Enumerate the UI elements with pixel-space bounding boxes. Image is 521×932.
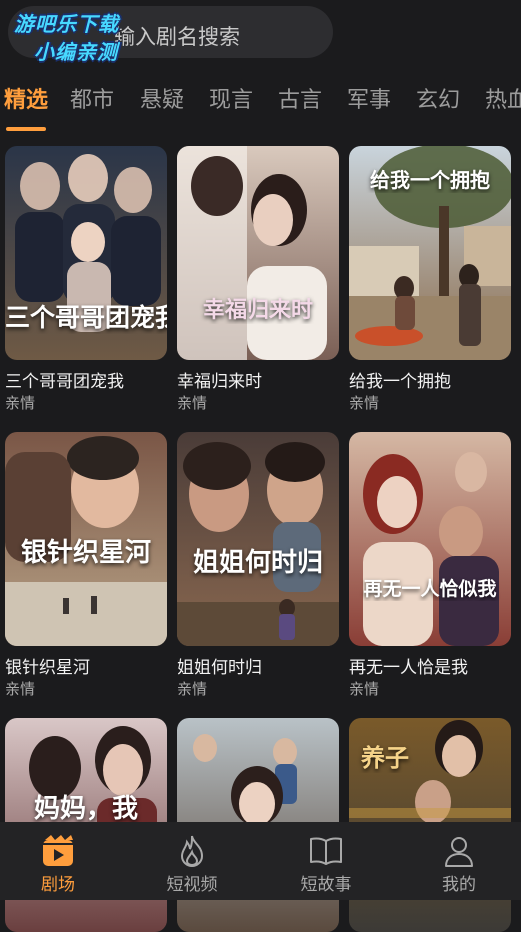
person-icon xyxy=(445,837,473,867)
active-tab-indicator xyxy=(6,127,46,131)
tab-military[interactable]: 军事 xyxy=(347,82,391,114)
nav-label: 剧场 xyxy=(41,875,75,895)
tab-urban[interactable]: 都市 xyxy=(70,82,114,114)
drama-poster[interactable]: 幸福归来时 xyxy=(177,146,339,360)
nav-label: 短视频 xyxy=(166,875,218,895)
drama-title[interactable]: 银针织星河 xyxy=(5,653,90,678)
poster-title-art: 再无一人恰似我 xyxy=(363,578,497,600)
watermark-line-2: 小编亲测 xyxy=(34,40,118,64)
drama-genre: 亲情 xyxy=(349,394,380,412)
tab-featured[interactable]: 精选 xyxy=(4,82,48,114)
drama-title[interactable]: 再无一人恰是我 xyxy=(349,653,468,678)
drama-poster[interactable]: 三个哥哥团宠我 xyxy=(5,146,167,360)
drama-genre: 亲情 xyxy=(177,680,208,698)
drama-poster[interactable]: 姐姐何时归 xyxy=(177,432,339,646)
drama-genre: 亲情 xyxy=(177,394,208,412)
poster-title-art: 银针织星河 xyxy=(20,538,151,568)
tab-modern-romance[interactable]: 现言 xyxy=(209,82,253,114)
poster-title-art: 三个哥哥团宠我 xyxy=(5,303,167,332)
tab-action[interactable]: 热血 xyxy=(485,82,521,114)
bottom-nav: 剧场 短视频 短故事 我的 xyxy=(0,822,521,900)
category-tabs: 精选 都市 悬疑 现言 古言 军事 玄幻 热血 xyxy=(0,70,521,132)
poster-title-art: 妈妈，我 xyxy=(33,794,138,824)
drama-title[interactable]: 姐姐何时归 xyxy=(177,653,262,678)
poster-art xyxy=(349,432,511,646)
nav-label: 短故事 xyxy=(300,875,352,895)
poster-title-art: 姐姐何时归 xyxy=(192,548,323,578)
drama-title[interactable]: 三个哥哥团宠我 xyxy=(5,367,124,392)
drama-genre: 亲情 xyxy=(5,680,36,698)
drama-title[interactable]: 幸福归来时 xyxy=(177,367,262,392)
poster-title-art: 养子 xyxy=(361,743,409,772)
watermark-logo: 游吧乐下载 小编亲测 xyxy=(14,8,154,64)
watermark-line-1: 游吧乐下载 xyxy=(14,12,119,36)
drama-poster[interactable]: 给我一个拥抱 xyxy=(349,146,511,360)
drama-poster[interactable]: 再无一人恰似我 xyxy=(349,432,511,646)
flame-icon xyxy=(180,835,204,868)
nav-item-profile[interactable]: 我的 xyxy=(409,822,509,900)
open-book-icon xyxy=(310,837,342,865)
drama-poster[interactable]: 银针织星河 xyxy=(5,432,167,646)
clapperboard-icon xyxy=(43,835,73,866)
poster-title-art: 给我一个拥抱 xyxy=(370,168,490,192)
nav-label: 我的 xyxy=(442,875,476,895)
poster-title-art: 幸福归来时 xyxy=(202,297,313,323)
poster-art xyxy=(177,146,339,360)
nav-item-short-story[interactable]: 短故事 xyxy=(276,822,376,900)
tab-period-romance[interactable]: 古言 xyxy=(278,82,322,114)
tab-fantasy[interactable]: 玄幻 xyxy=(416,82,460,114)
drama-genre: 亲情 xyxy=(349,680,380,698)
nav-item-theater[interactable]: 剧场 xyxy=(8,822,108,900)
tab-suspense[interactable]: 悬疑 xyxy=(140,82,184,114)
poster-art xyxy=(177,432,339,646)
nav-item-short-video[interactable]: 短视频 xyxy=(142,822,242,900)
drama-genre: 亲情 xyxy=(5,394,36,412)
drama-title[interactable]: 给我一个拥抱 xyxy=(349,367,451,392)
